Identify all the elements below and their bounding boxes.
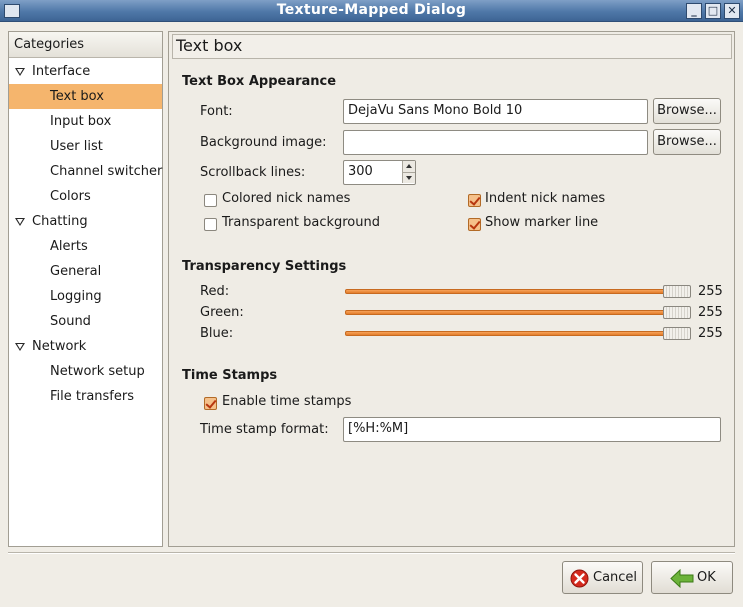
blue-label: Blue: — [200, 326, 234, 341]
tree-item-label: Logging — [50, 289, 102, 304]
tree-item-sound[interactable]: Sound — [9, 309, 162, 334]
tree-item-label: Alerts — [50, 239, 88, 254]
tree-category-interface[interactable]: Interface — [9, 59, 162, 84]
tree-item-colors[interactable]: Colors — [9, 184, 162, 209]
close-icon[interactable]: ✕ — [724, 3, 740, 19]
red-slider-handle[interactable] — [663, 285, 691, 298]
cancel-icon — [570, 569, 589, 588]
blue-value: 255 — [698, 326, 723, 341]
ok-label: OK — [697, 570, 716, 585]
tree-item-file-transfers[interactable]: File transfers — [9, 384, 162, 409]
time-stamp-format-field[interactable]: [%H:%M] — [343, 417, 721, 442]
tree-item-input-box[interactable]: Input box — [9, 109, 162, 134]
enable-time-stamps-label[interactable]: Enable time stamps — [222, 394, 351, 409]
tree-item-user-list[interactable]: User list — [9, 134, 162, 159]
tree-item-label: Sound — [50, 314, 91, 329]
scrollback-label: Scrollback lines: — [200, 165, 306, 180]
tree-item-label: File transfers — [50, 389, 134, 404]
show-marker-line-checkbox[interactable] — [468, 218, 481, 231]
font-browse-button[interactable]: Browse... — [653, 98, 721, 124]
green-slider[interactable] — [345, 310, 691, 315]
indent-nick-names-label[interactable]: Indent nick names — [485, 191, 605, 206]
tree-item-label: Text box — [50, 89, 104, 104]
font-field[interactable]: DejaVu Sans Mono Bold 10 — [343, 99, 648, 124]
footer-separator — [8, 552, 735, 554]
spin-down-icon[interactable] — [402, 172, 415, 183]
background-browse-button[interactable]: Browse... — [653, 129, 721, 155]
scrollback-spinner[interactable]: 300 — [343, 160, 416, 185]
tree-item-label: Input box — [50, 114, 112, 129]
tree-item-label: User list — [50, 139, 103, 154]
page-title: Text box — [172, 34, 732, 59]
expander-icon[interactable] — [15, 68, 25, 76]
tree-item-label: Channel switcher — [50, 164, 163, 179]
categories-header[interactable]: Categories — [9, 32, 162, 58]
enable-time-stamps-checkbox[interactable] — [204, 397, 217, 410]
tree-item-alerts[interactable]: Alerts — [9, 234, 162, 259]
ok-button[interactable]: OK — [651, 561, 733, 594]
green-value: 255 — [698, 305, 723, 320]
ok-arrow-icon — [670, 569, 694, 588]
tree-item-general[interactable]: General — [9, 259, 162, 284]
tree-item-label: Network setup — [50, 364, 145, 379]
categories-tree[interactable]: Categories Interface Text box Input box … — [8, 31, 163, 547]
blue-slider-handle[interactable] — [663, 327, 691, 340]
expander-icon[interactable] — [15, 343, 25, 351]
tree-body: Interface Text box Input box User list C… — [9, 58, 162, 409]
tree-item-network-setup[interactable]: Network setup — [9, 359, 162, 384]
show-marker-line-label[interactable]: Show marker line — [485, 215, 598, 230]
section-heading-appearance: Text Box Appearance — [182, 74, 337, 89]
font-label: Font: — [200, 104, 233, 119]
section-heading-transparency: Transparency Settings — [182, 259, 347, 274]
tree-item-label: Colors — [50, 189, 91, 204]
background-image-field[interactable] — [343, 130, 648, 155]
expander-icon[interactable] — [15, 218, 25, 226]
tree-item-channel-switcher[interactable]: Channel switcher — [9, 159, 162, 184]
red-value: 255 — [698, 284, 723, 299]
settings-page: Text box Text Box Appearance Font: DejaV… — [168, 31, 735, 547]
spin-up-icon[interactable] — [402, 161, 415, 172]
transparent-background-checkbox[interactable] — [204, 218, 217, 231]
tree-item-label: General — [50, 264, 102, 279]
scrollback-value: 300 — [348, 164, 373, 179]
tree-item-text-box[interactable]: Text box — [9, 84, 162, 109]
tree-category-network[interactable]: Network — [9, 334, 162, 359]
maximize-icon[interactable]: □ — [705, 3, 721, 19]
section-heading-timestamps: Time Stamps — [182, 368, 278, 383]
time-stamp-format-label: Time stamp format: — [200, 422, 329, 437]
cancel-button[interactable]: Cancel — [562, 561, 643, 594]
colored-nick-names-label[interactable]: Colored nick names — [222, 191, 350, 206]
tree-category-label: Chatting — [32, 214, 88, 229]
window-titlebar: Texture-Mapped Dialog _ □ ✕ — [0, 0, 743, 22]
transparent-background-label[interactable]: Transparent background — [222, 215, 380, 230]
green-slider-handle[interactable] — [663, 306, 691, 319]
window-title: Texture-Mapped Dialog — [276, 2, 467, 18]
background-image-label: Background image: — [200, 135, 327, 150]
red-slider[interactable] — [345, 289, 691, 294]
tree-category-label: Network — [32, 339, 87, 354]
green-label: Green: — [200, 305, 244, 320]
red-label: Red: — [200, 284, 230, 299]
tree-category-label: Interface — [32, 64, 91, 79]
blue-slider[interactable] — [345, 331, 691, 336]
cancel-label: Cancel — [593, 570, 638, 585]
indent-nick-names-checkbox[interactable] — [468, 194, 481, 207]
tree-category-chatting[interactable]: Chatting — [9, 209, 162, 234]
minimize-icon[interactable]: _ — [686, 3, 702, 19]
colored-nick-names-checkbox[interactable] — [204, 194, 217, 207]
tree-item-logging[interactable]: Logging — [9, 284, 162, 309]
